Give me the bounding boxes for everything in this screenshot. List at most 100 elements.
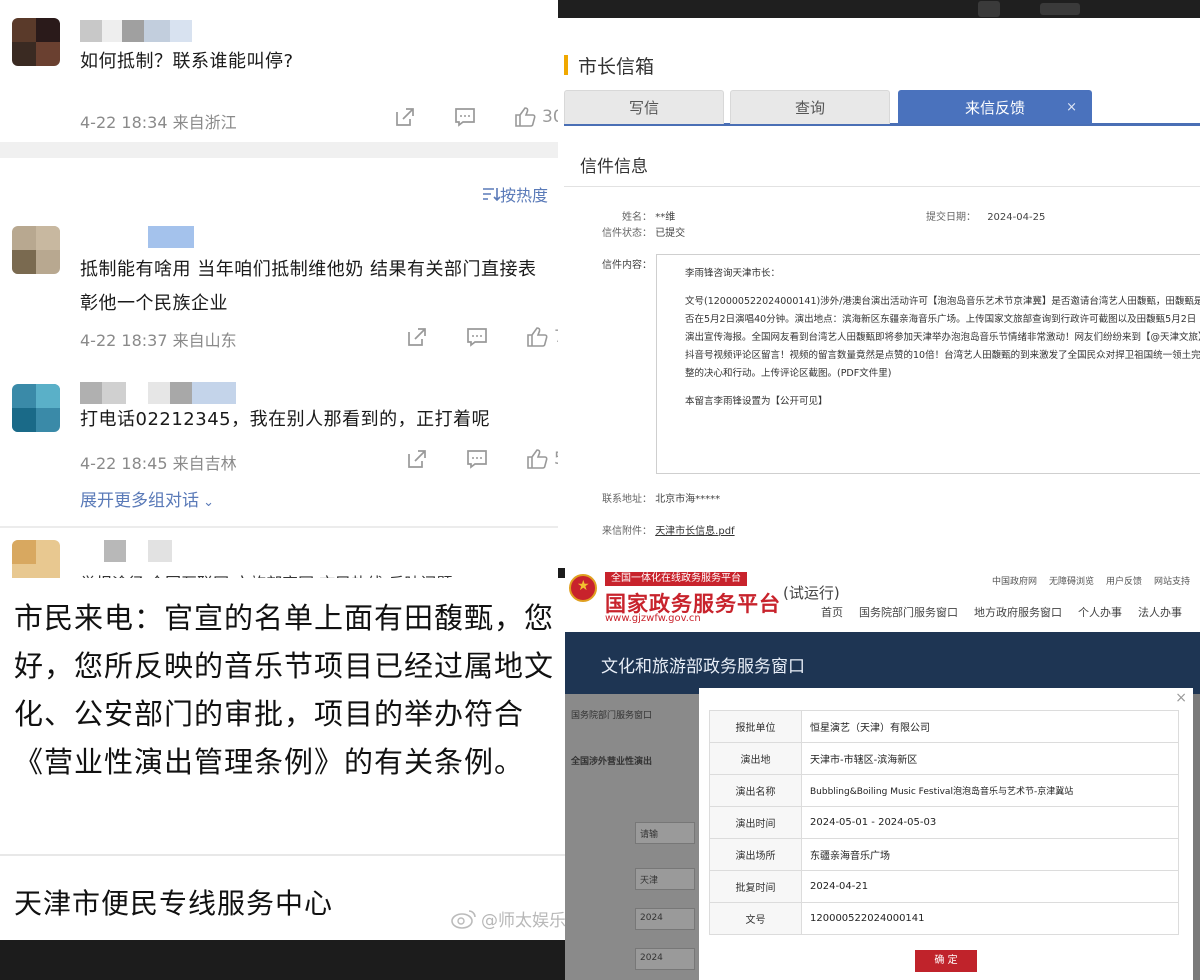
background-row: 天津 — [635, 868, 695, 890]
top-link[interactable]: 用户反馈 — [1106, 574, 1142, 587]
detail-modal: × 报批单位 恒星演艺（天津）有限公司 演出地 天津市-市辖区-滨海新区 演出名称 B… — [699, 688, 1193, 980]
attachment-label: 来信附件： — [602, 526, 652, 537]
page-title: 市长信箱 — [578, 56, 655, 78]
comment-button[interactable] — [466, 448, 488, 470]
like-button[interactable]: 30 — [514, 106, 558, 128]
chevron-down-icon: ⌄ — [199, 495, 215, 510]
username-mosaic — [104, 540, 172, 562]
divider — [0, 854, 572, 856]
row-label: 演出名称 — [709, 774, 802, 807]
tab-query[interactable]: 查询 — [730, 90, 890, 124]
share-button[interactable] — [406, 448, 428, 470]
username-mosaic — [80, 20, 192, 42]
divider — [0, 142, 558, 158]
comment-meta: 4-22 18:37 来自山东 — [80, 327, 237, 351]
status-field: 信件状态： 已提交 — [602, 224, 685, 239]
share-icon — [408, 450, 426, 468]
top-link[interactable]: 无障碍浏览 — [1049, 574, 1094, 587]
citizen-call-panel: 市民来电：官宣的名单上面有田馥甄，您好，您所反映的音乐节项目已经过属地文化、公安… — [0, 578, 572, 940]
expand-thread-link[interactable]: 展开更多组对话 ⌄ — [80, 486, 214, 511]
top-link[interactable]: 中国政府网 — [992, 574, 1037, 587]
like-button[interactable]: 5 — [526, 448, 558, 470]
like-button[interactable]: 7 — [526, 326, 558, 348]
detail-table: 报批单位 恒星演艺（天津）有限公司 演出地 天津市-市辖区-滨海新区 演出名称 Bub… — [709, 710, 1179, 935]
table-row: 演出地 天津市-市辖区-滨海新区 — [709, 742, 1179, 775]
avatar[interactable] — [12, 226, 60, 274]
row-label: 批复时间 — [709, 870, 802, 903]
row-value: 2024-04-21 — [801, 870, 1179, 903]
comment-icon — [455, 108, 475, 127]
letter-body: 文号(120000522024000141)涉外/港澳台演出活动许可【泡泡岛音乐… — [685, 296, 1200, 379]
top-link[interactable]: 网站支持 — [1154, 574, 1190, 587]
platform-banner: 全国一体化在线政务服务平台 — [605, 572, 747, 586]
nav-item-state-council[interactable]: 国务院部门服务窗口 — [859, 604, 958, 620]
address-label: 联系地址： — [602, 494, 652, 505]
section-title: 信件信息 — [580, 157, 648, 177]
nav-item-local-gov[interactable]: 地方政府服务窗口 — [974, 604, 1062, 620]
dark-top-bar — [558, 0, 1200, 18]
date-label: 提交日期： — [926, 212, 976, 223]
tab-bar: 写信 查询 来信反馈 × — [564, 90, 1200, 126]
site-header: 全国一体化在线政务服务平台 国家政务服务平台 www.gjzwfw.gov.cn… — [565, 568, 1200, 632]
avatar[interactable] — [12, 540, 60, 578]
comment-meta: 4-22 18:34 来自浙江 — [80, 109, 237, 133]
comment-button[interactable] — [466, 326, 488, 348]
row-value: 120000522024000141 — [801, 902, 1179, 935]
window-title: 文化和旅游部政务服务窗口 — [601, 657, 805, 677]
name-label: 姓名： — [622, 212, 652, 223]
status-value: 已提交 — [655, 228, 686, 239]
name-value: **维 — [655, 212, 676, 223]
comment-button[interactable] — [454, 106, 476, 128]
avatar[interactable] — [12, 384, 60, 432]
share-button[interactable] — [394, 106, 416, 128]
divider — [0, 526, 558, 528]
date-field: 提交日期： 2024-04-25 — [926, 208, 1045, 223]
tab-write[interactable]: 写信 — [564, 90, 724, 124]
background-row: 2024 — [635, 948, 695, 970]
close-icon[interactable]: × — [1175, 690, 1187, 706]
row-label: 文号 — [709, 902, 802, 935]
comment-time: 4-22 18:45 — [80, 454, 168, 473]
like-icon — [527, 449, 548, 469]
nav-item-home[interactable]: 首页 — [821, 604, 843, 620]
comment-icon — [467, 450, 487, 469]
mayor-mailbox-panel: 市长信箱 写信 查询 来信反馈 × 信件信息 姓名： **维 提交日期： 202… — [558, 0, 1200, 568]
trial-label: (试运行) — [783, 584, 840, 602]
comment-time: 4-22 18:37 — [80, 331, 168, 350]
top-links: 中国政府网 无障碍浏览 用户反馈 网站支持 — [980, 574, 1190, 587]
main-nav: 首页 国务院部门服务窗口 地方政府服务窗口 个人办事 法人办事 — [821, 604, 1198, 620]
row-value: 恒星演艺（天津）有限公司 — [801, 710, 1179, 743]
like-count: 30 — [542, 107, 558, 127]
avatar[interactable] — [12, 18, 60, 66]
row-value: 2024-05-01 - 2024-05-03 — [801, 806, 1179, 839]
sort-label: 按热度 — [499, 186, 548, 205]
nav-item-personal[interactable]: 个人办事 — [1078, 604, 1122, 620]
letter-footer: 本留言李雨锋设置为【公开可见】 — [685, 396, 828, 407]
share-icon — [408, 328, 426, 346]
nav-item-corporate[interactable]: 法人办事 — [1138, 604, 1182, 620]
sort-toggle[interactable]: 按热度 — [482, 182, 548, 206]
close-icon[interactable]: × — [1066, 91, 1077, 125]
weibo-comments-panel: 如何抵制？联系谁能叫停? 4-22 18:34 来自浙江 30 按热度 抵制能有… — [0, 0, 558, 578]
date-value: 2024-04-25 — [987, 212, 1046, 223]
watermark-text: @师太娱乐 — [481, 911, 566, 931]
tab-feedback[interactable]: 来信反馈 × — [898, 90, 1092, 124]
background-row: 请输 — [635, 822, 695, 844]
comment-location: 来自浙江 — [172, 113, 237, 132]
username-mosaic — [80, 382, 236, 404]
row-label: 报批单位 — [709, 710, 802, 743]
share-button[interactable] — [406, 326, 428, 348]
weibo-logo-icon — [451, 909, 476, 929]
table-row: 演出场所 东疆亲海音乐广场 — [709, 838, 1179, 871]
comment-meta: 4-22 18:45 来自吉林 — [80, 450, 237, 474]
comment-time: 4-22 18:34 — [80, 113, 168, 132]
address-field: 联系地址： 北京市海***** — [602, 490, 720, 505]
citizen-call-text: 市民来电：官宣的名单上面有田馥甄，您好，您所反映的音乐节项目已经过属地文化、公安… — [14, 601, 555, 779]
divider — [564, 186, 1200, 187]
breadcrumb: 国务院部门服务窗口 — [571, 711, 653, 721]
confirm-button[interactable]: 确 定 — [915, 950, 977, 972]
table-row: 演出名称 Bubbling&Boiling Music Festival泡泡岛音乐… — [709, 774, 1179, 807]
comment-location: 来自吉林 — [172, 454, 237, 473]
attachment-field: 来信附件： 天津市长信息.pdf — [602, 522, 735, 537]
attachment-link[interactable]: 天津市长信息.pdf — [655, 526, 734, 537]
